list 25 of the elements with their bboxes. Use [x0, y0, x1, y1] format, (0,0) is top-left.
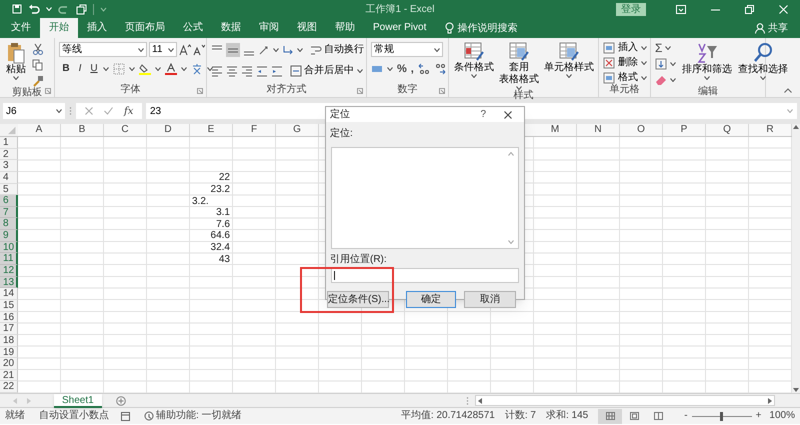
status-text: 辅助功能: 一切就绪: [156, 410, 242, 422]
group-label: 剪贴板: [12, 87, 42, 99]
group-label: 样式: [514, 90, 534, 102]
group-label: 对齐方式: [266, 84, 306, 97]
status-text: 平均值: 20.71428571: [400, 410, 495, 422]
dialog-title: 定位: [330, 108, 350, 122]
reference-label: 引用位置(R):: [330, 252, 387, 267]
status-text: 计数: 7: [504, 410, 536, 422]
table-cell: 3.2.: [192, 196, 209, 207]
table-cell: 3.1: [216, 207, 230, 218]
list-label: 定位:: [330, 126, 353, 141]
table-cell: 22: [218, 172, 230, 184]
status-text: 就绪: [5, 410, 25, 422]
status-text: 自动设置小数点: [39, 410, 109, 422]
table-cell: 23.2: [210, 184, 230, 195]
table-cell: 64.6: [210, 230, 230, 242]
status-text: 求和: 145: [546, 410, 588, 422]
group-label: 字体: [120, 84, 140, 97]
group-label: 数字: [398, 84, 418, 97]
table-cell: 32.4: [210, 242, 230, 254]
group-label: 编辑: [698, 86, 718, 98]
table-cell: 43: [218, 254, 230, 265]
table-cell: 7.6: [216, 218, 230, 230]
window-title: 工作簿1 - Excel: [366, 2, 434, 16]
group-label: 单元格: [610, 84, 640, 97]
